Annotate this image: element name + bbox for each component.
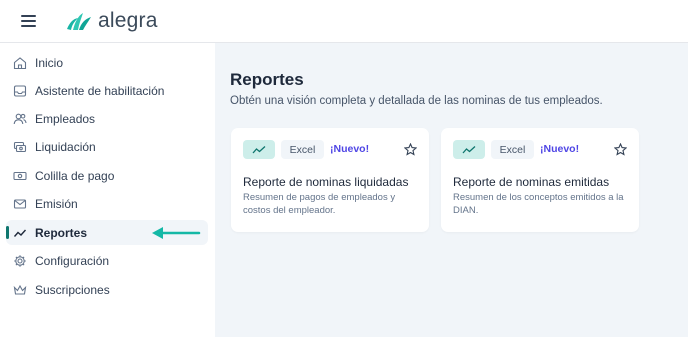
star-icon[interactable]	[404, 143, 417, 156]
sidebar-item-label: Emisión	[35, 196, 78, 211]
sidebar-item-label: Empleados	[35, 111, 96, 126]
logo[interactable]: alegra	[64, 9, 158, 33]
report-card-emitidas[interactable]: Excel ¡Nuevo! Reporte de nominas emitida…	[441, 128, 639, 232]
trend-icon	[12, 225, 28, 241]
sidebar-item-label: Reportes	[35, 225, 88, 240]
sidebar-item-liquidacion[interactable]: Liquidación	[6, 134, 208, 159]
card-title: Reporte de nominas liquidadas	[243, 175, 409, 189]
inbox-icon	[12, 83, 28, 99]
main-content: Reportes Obtén una visión completa y det…	[215, 43, 688, 337]
cash-icon	[12, 168, 28, 184]
logo-text: alegra	[98, 9, 158, 32]
sidebar-item-colilla[interactable]: Colilla de pago	[6, 163, 208, 188]
home-icon	[12, 55, 28, 71]
sidebar-item-label: Colilla de pago	[35, 168, 115, 183]
page-subtitle: Obtén una visión completa y detallada de…	[230, 95, 603, 107]
arrow-left-icon	[152, 227, 201, 239]
crown-icon	[12, 282, 28, 298]
sidebar-item-label: Liquidación	[35, 139, 96, 154]
new-badge: ¡Nuevo!	[330, 143, 370, 155]
page-title: Reportes	[230, 70, 304, 89]
sidebar-item-asistente[interactable]: Asistente de habilitación	[6, 78, 208, 103]
card-title: Reporte de nominas emitidas	[453, 175, 610, 189]
sidebar-item-configuracion[interactable]: Configuración	[6, 248, 208, 273]
menu-icon[interactable]	[21, 15, 36, 27]
sidebar-item-label: Configuración	[35, 253, 110, 268]
coins-icon	[12, 139, 28, 155]
excel-tag: Excel	[491, 140, 534, 159]
sidebar-item-inicio[interactable]: Inicio	[6, 50, 208, 75]
sidebar-item-suscripciones[interactable]: Suscripciones	[6, 277, 208, 302]
new-badge: ¡Nuevo!	[540, 143, 580, 155]
trend-icon	[453, 140, 485, 159]
sidebar-item-emision[interactable]: Emisión	[6, 191, 208, 216]
card-description: Resumen de pagos de empleados y costos d…	[243, 192, 396, 216]
alegra-logo-icon	[67, 13, 91, 30]
star-icon[interactable]	[614, 143, 627, 156]
report-card-liquidadas[interactable]: Excel ¡Nuevo! Reporte de nominas liquida…	[231, 128, 429, 232]
top-bar: alegra	[0, 0, 688, 43]
sidebar-item-label: Suscripciones	[35, 282, 110, 297]
gear-icon	[12, 253, 28, 269]
users-icon	[12, 111, 28, 127]
sidebar-item-empleados[interactable]: Empleados	[6, 106, 208, 131]
card-description: Resumen de los conceptos emitidos a la D…	[453, 192, 624, 216]
sidebar-item-label: Inicio	[35, 55, 64, 70]
mail-icon	[12, 196, 28, 212]
sidebar: Inicio Asistente de habilitación Emplead…	[0, 43, 215, 337]
sidebar-item-label: Asistente de habilitación	[35, 83, 165, 98]
trend-icon	[243, 140, 275, 159]
excel-tag: Excel	[281, 140, 324, 159]
active-indicator	[6, 226, 9, 239]
